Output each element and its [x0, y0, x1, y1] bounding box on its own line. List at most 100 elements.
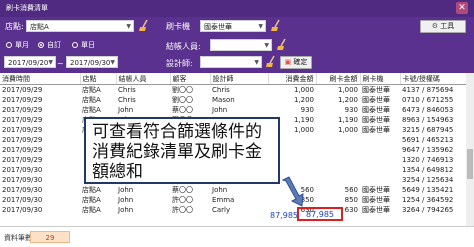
table-cell: 1254 / 364592: [402, 196, 454, 204]
table-header-row: 消費時間 店點 結帳人員 顧客 設計師 消費金額 刷卡金額 刷卡機 卡號/授權碼: [0, 73, 467, 85]
table-row[interactable]: 2017/09/29 店點A Chris 劉〇〇 Chris 1,000 1,000 國泰世華…: [0, 85, 466, 96]
column-header[interactable]: 刷卡機: [360, 73, 401, 85]
radio-custom-label: 自訂: [47, 41, 61, 49]
column-header[interactable]: 消費時間: [0, 73, 81, 85]
column-header[interactable]: 刷卡金額: [316, 73, 361, 85]
table-cell: 劉〇〇: [172, 86, 193, 94]
table-cell: 店點A: [82, 106, 101, 114]
table-cell: John: [118, 186, 134, 194]
column-header[interactable]: 店點: [80, 73, 117, 85]
chevron-down-icon: ▼: [254, 59, 259, 66]
table-cell: 店點A: [82, 206, 101, 214]
broom-icon[interactable]: [265, 55, 278, 68]
table-cell: 蔡〇〇: [172, 186, 193, 194]
designer-select[interactable]: ▼: [200, 56, 262, 68]
scrollbar-thumb[interactable]: [467, 149, 473, 179]
table-cell: John: [212, 106, 228, 114]
table-cell: [316, 155, 360, 165]
column-header[interactable]: 消費金額: [268, 73, 317, 85]
date-from-value: 2017/09/20: [8, 59, 49, 67]
column-header[interactable]: 顧客: [170, 73, 211, 85]
settle-person-select[interactable]: ▼: [210, 39, 272, 51]
table-cell: Chris: [118, 96, 136, 104]
record-count: 29: [30, 231, 70, 243]
table-row[interactable]: 2017/09/30 店點A John 許〇〇 Carly 630 630 國泰世華 3264 …: [0, 205, 466, 215]
table-cell: 0710 / 671255: [402, 96, 454, 104]
table-cell: 國泰世華: [362, 126, 390, 134]
table-cell: [360, 175, 400, 185]
table-cell: 國泰世華: [362, 86, 390, 94]
table-cell: 2017/09/29: [2, 136, 43, 144]
table-cell: 930: [344, 106, 358, 114]
radio-custom[interactable]: 自訂: [38, 40, 61, 50]
title-bar: 刷卡消費清單 ✕: [0, 0, 474, 17]
table-cell: John: [118, 206, 134, 214]
table-cell: 4137 / 875694: [402, 86, 454, 94]
date-from-input[interactable]: 2017/09/20 ▼: [4, 56, 56, 68]
table-cell: [316, 165, 360, 175]
confirm-button[interactable]: ▣ 確定: [280, 56, 312, 69]
column-header[interactable]: 結帳人員: [116, 73, 171, 85]
table-cell: 2017/09/29: [2, 126, 43, 134]
store-select[interactable]: 店點A ▼: [26, 20, 134, 32]
chevron-down-icon: ▼: [126, 23, 131, 30]
table-cell: [360, 135, 400, 145]
date-to-input[interactable]: 2017/09/30 ▼: [66, 56, 118, 68]
vertical-scrollbar[interactable]: [466, 73, 474, 226]
date-to-value: 2017/09/30: [70, 59, 111, 67]
table-cell: 國泰世華: [362, 206, 390, 214]
table-cell: 1,000: [337, 126, 358, 134]
machine-select[interactable]: 國泰世華 ▼: [200, 20, 266, 32]
filter-panel: 店點: 店點A ▼ 刷卡機 國泰世華 ▼ 單月 自訂 單日 結帳人員: ▼ 20…: [0, 17, 474, 73]
table-cell: 930: [300, 106, 314, 114]
table-cell: Chris: [118, 86, 136, 94]
radio-day[interactable]: 單日: [72, 40, 95, 50]
chevron-down-icon: ▼: [110, 59, 115, 66]
table-cell: 國泰世華: [362, 116, 390, 124]
radio-dot: [38, 42, 44, 48]
callout-box: 可查看符合篩選條件的消費紀錄清單及刷卡金額總和: [84, 117, 280, 184]
broom-icon[interactable]: [138, 19, 151, 32]
tools-icon: ⚙: [431, 22, 439, 30]
table-cell: Chris: [212, 86, 230, 94]
table-cell: 2017/09/29: [2, 106, 43, 114]
table-cell: [316, 175, 360, 185]
confirm-button-label: 確定: [293, 58, 308, 66]
radio-month[interactable]: 單月: [6, 40, 29, 50]
table-cell: 1320 / 746913: [402, 156, 454, 164]
table-cell: 2017/09/29: [2, 116, 43, 124]
table-cell: 2017/09/29: [2, 156, 43, 164]
card-total: 87,985: [297, 207, 343, 221]
table-row[interactable]: 2017/09/30 店點A John 許〇〇 Emma 850 850 國泰世華 1254 /…: [0, 195, 466, 205]
chevron-down-icon: ▼: [258, 23, 263, 30]
table-cell: 2017/09/30: [2, 166, 43, 174]
table-cell: 店點A: [82, 196, 101, 204]
table-cell: 蔡〇〇: [172, 106, 193, 114]
table-cell: Emma: [212, 196, 235, 204]
machine-label: 刷卡機: [166, 22, 190, 31]
table-cell: 店點A: [82, 86, 101, 94]
table-cell: 5691 / 465213: [402, 136, 454, 144]
table-cell: 850: [344, 196, 358, 204]
table-cell: 1,200: [337, 96, 358, 104]
close-icon[interactable]: ✕: [456, 2, 468, 14]
broom-icon[interactable]: [276, 38, 289, 51]
column-header[interactable]: 設計師: [210, 73, 269, 85]
table-cell: Carly: [212, 206, 231, 214]
column-header[interactable]: 卡號/授權碼: [400, 73, 467, 85]
broom-icon[interactable]: [270, 19, 283, 32]
confirm-icon: ▣: [284, 58, 292, 66]
window-title: 刷卡消費清單: [6, 4, 48, 12]
arrow-icon: [281, 176, 304, 207]
table-row[interactable]: 2017/09/29 店點A John 蔡〇〇 John 930 930 國泰世華 6473 /…: [0, 105, 466, 115]
store-value: 店點A: [30, 23, 49, 31]
table-cell: 2017/09/30: [2, 186, 43, 194]
table-cell: [316, 135, 360, 145]
table-cell: 許〇〇: [172, 196, 193, 204]
tools-button[interactable]: ⚙ 工具: [420, 20, 466, 33]
table-cell: 5649 / 135421: [402, 186, 454, 194]
consumption-total: 87,985: [270, 211, 298, 220]
table-row[interactable]: 2017/09/30 店點A John 蔡〇〇 John 560 560 國泰世華 5649 /…: [0, 185, 466, 195]
table-cell: [360, 155, 400, 165]
table-row[interactable]: 2017/09/29 店點A Chris 劉〇〇 Mason 1,200 1,200 國泰世華…: [0, 95, 466, 105]
